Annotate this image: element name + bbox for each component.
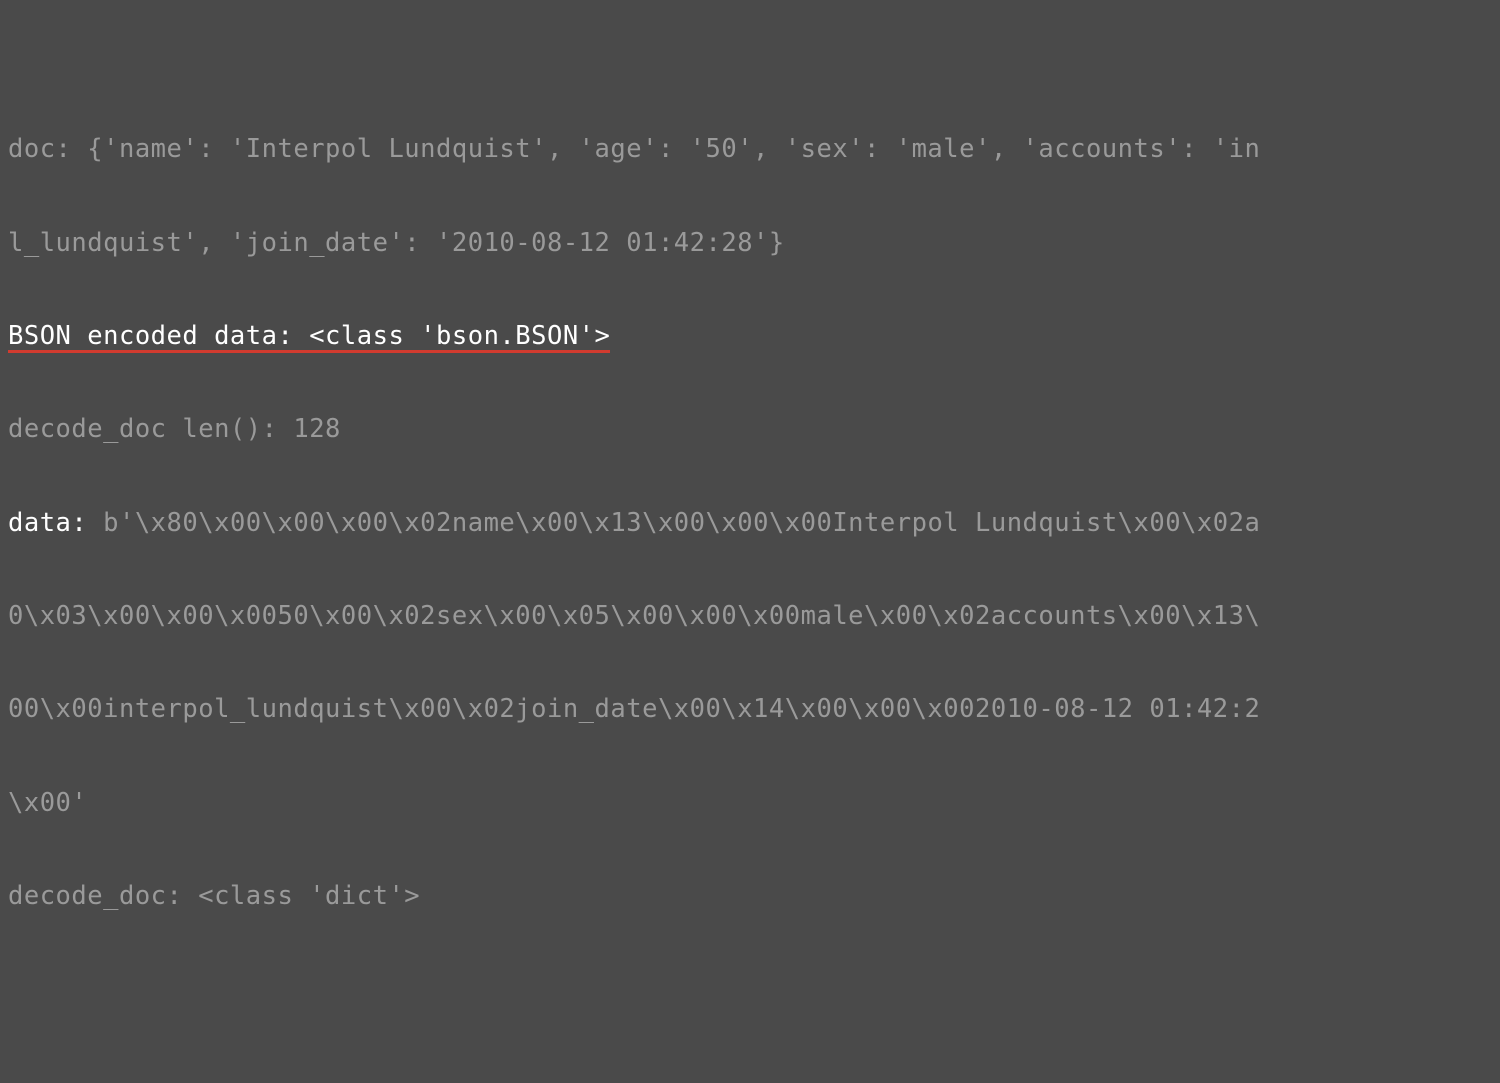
console-line: 00\x00interpol_lundquist\x00\x02join_dat… bbox=[8, 694, 1492, 725]
console-line: decode_doc: <class 'dict'> bbox=[8, 881, 1492, 912]
console-line: decode_doc len(): 128 bbox=[8, 414, 1492, 445]
console-line: data: b'\x80\x00\x00\x00\x02name\x00\x13… bbox=[8, 508, 1492, 539]
console-line: 0\x03\x00\x00\x0050\x00\x02sex\x00\x05\x… bbox=[8, 601, 1492, 632]
console-line: doc: {'name': 'Interpol Lundquist', 'age… bbox=[8, 134, 1492, 165]
underline-annotation bbox=[8, 350, 610, 353]
terminal-output[interactable]: doc: {'name': 'Interpol Lundquist', 'age… bbox=[0, 0, 1500, 1083]
console-line-highlight: BSON encoded data: <class 'bson.BSON'> bbox=[8, 321, 1492, 352]
blank-line bbox=[8, 974, 1492, 1005]
bson-encoded-label: BSON encoded data: <class 'bson.BSON'> bbox=[8, 321, 610, 351]
console-line: l_lundquist', 'join_date': '2010-08-12 0… bbox=[8, 228, 1492, 259]
data-bytes: b'\x80\x00\x00\x00\x02name\x00\x13\x00\x… bbox=[103, 508, 1260, 538]
data-prefix: data: bbox=[8, 508, 103, 538]
console-line: \x00' bbox=[8, 788, 1492, 819]
